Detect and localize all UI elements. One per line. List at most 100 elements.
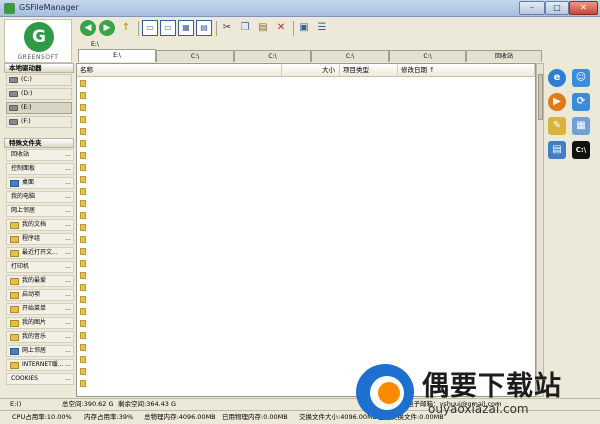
grid-pane-button[interactable]: ▦ bbox=[178, 20, 194, 36]
folder-icon[interactable] bbox=[80, 272, 86, 279]
more-indicator: ... bbox=[65, 249, 71, 256]
tab-drive-c[interactable]: C:\ bbox=[234, 50, 311, 62]
folder-item[interactable]: 网上邻居... bbox=[6, 345, 74, 357]
delete-button[interactable]: ✕ bbox=[273, 20, 289, 36]
folder-icon[interactable] bbox=[80, 368, 86, 375]
folder-icon[interactable] bbox=[80, 128, 86, 135]
folder-item[interactable]: 桌面... bbox=[6, 177, 74, 189]
folder-icon[interactable] bbox=[80, 200, 86, 207]
paste-button[interactable]: ▤ bbox=[255, 20, 271, 36]
list-pane-button[interactable]: ▤ bbox=[196, 20, 212, 36]
folder-item[interactable]: 开始菜单... bbox=[6, 303, 74, 315]
folder-item[interactable]: 我的图片... bbox=[6, 317, 74, 329]
folder-icon[interactable] bbox=[80, 284, 86, 291]
folder-icon[interactable] bbox=[80, 356, 86, 363]
column-size[interactable]: 大小 bbox=[282, 64, 340, 77]
folder-item[interactable]: 控制面板... bbox=[6, 163, 74, 175]
command-prompt-icon[interactable]: C:\ bbox=[572, 141, 590, 159]
folder-label: 回收站 bbox=[11, 151, 30, 158]
folder-item[interactable]: 我的音乐... bbox=[6, 331, 74, 343]
special-folders-header[interactable]: 特殊文件夹 bbox=[4, 138, 74, 148]
drive-label: (D:) bbox=[21, 90, 33, 97]
drive-item-f[interactable]: (F:) bbox=[6, 116, 72, 128]
vertical-scrollbar[interactable] bbox=[536, 63, 544, 397]
folder-label: COOKIES bbox=[11, 375, 38, 382]
tab-drive-c[interactable]: C:\ bbox=[156, 50, 234, 62]
folder-icon[interactable] bbox=[80, 92, 86, 99]
folder-item[interactable]: INTERNET缓...... bbox=[6, 359, 74, 371]
column-name[interactable]: 名称 bbox=[77, 64, 282, 77]
folder-label: 我的文档 bbox=[22, 221, 47, 228]
media-player-icon[interactable]: ▶ bbox=[548, 93, 566, 111]
more-indicator: ... bbox=[65, 347, 71, 354]
folder-icon[interactable] bbox=[80, 116, 86, 123]
tab-drive-c[interactable]: C:\ bbox=[389, 50, 466, 62]
single-pane-button[interactable]: ▭ bbox=[142, 20, 158, 36]
folder-label: 启动项 bbox=[22, 291, 41, 298]
column-date[interactable]: 修改日期 ↑ bbox=[398, 64, 535, 77]
folder-item[interactable]: 我的最爱... bbox=[6, 275, 74, 287]
folder-icon[interactable] bbox=[80, 176, 86, 183]
drive-item-d[interactable]: (D:) bbox=[6, 88, 72, 100]
forward-button[interactable]: ▶ bbox=[99, 20, 115, 36]
drive-item-c[interactable]: (C:) bbox=[6, 74, 72, 86]
title-bar: GSFileManager – □ ✕ bbox=[0, 0, 600, 17]
file-list[interactable]: 名称 大小 项目类型 修改日期 ↑ bbox=[76, 63, 536, 397]
folder-icon[interactable] bbox=[80, 236, 86, 243]
folder-icon[interactable] bbox=[80, 380, 86, 387]
view-mode-button[interactable]: ☰ bbox=[314, 20, 330, 36]
folder-icon[interactable] bbox=[80, 224, 86, 231]
folder-icon[interactable] bbox=[80, 332, 86, 339]
tab-recycle-bin[interactable]: 回收站 bbox=[466, 50, 542, 62]
column-type[interactable]: 项目类型 bbox=[340, 64, 398, 77]
back-button[interactable]: ◀ bbox=[80, 20, 96, 36]
folder-icon[interactable] bbox=[80, 248, 86, 255]
status-total-space: 总空间:390.62 G bbox=[62, 400, 114, 408]
scrollbar-thumb[interactable] bbox=[538, 74, 543, 120]
tab-drive-c[interactable]: C:\ bbox=[311, 50, 389, 62]
minimize-button[interactable]: – bbox=[519, 1, 545, 15]
folder-icon[interactable] bbox=[80, 260, 86, 267]
tab-drive-e[interactable]: E:\ bbox=[78, 49, 156, 62]
properties-button[interactable]: ▣ bbox=[296, 20, 312, 36]
ie-browser-icon[interactable]: e bbox=[548, 69, 566, 87]
folder-icon[interactable] bbox=[80, 152, 86, 159]
folder-item[interactable]: 我的电脑... bbox=[6, 191, 74, 203]
close-button[interactable]: ✕ bbox=[569, 1, 598, 15]
folder-icon bbox=[10, 334, 19, 341]
folder-icon[interactable] bbox=[80, 308, 86, 315]
folder-item[interactable]: 程序组... bbox=[6, 233, 74, 245]
up-folder-button[interactable]: ↑ bbox=[118, 20, 134, 36]
cut-button[interactable]: ✂ bbox=[219, 20, 235, 36]
folder-icon[interactable] bbox=[80, 320, 86, 327]
folder-icon[interactable] bbox=[80, 164, 86, 171]
folder-item[interactable]: 回收站... bbox=[6, 149, 74, 161]
folder-item[interactable]: 最近打开文...... bbox=[6, 247, 74, 259]
toolbar-separator bbox=[293, 21, 294, 36]
folder-icon[interactable] bbox=[80, 344, 86, 351]
folder-icon[interactable] bbox=[80, 104, 86, 111]
users-icon[interactable]: ☺ bbox=[572, 69, 590, 87]
folder-item[interactable]: 启动项... bbox=[6, 289, 74, 301]
drives-header[interactable]: 本地驱动器 bbox=[4, 63, 74, 73]
folder-item[interactable]: 我的文档... bbox=[6, 219, 74, 231]
folder-icon[interactable] bbox=[80, 296, 86, 303]
dual-pane-button[interactable]: ▭ bbox=[160, 20, 176, 36]
maximize-button[interactable]: □ bbox=[545, 1, 569, 15]
watermark-logo-swirl bbox=[378, 382, 400, 404]
folder-item[interactable]: 网上邻居... bbox=[6, 205, 74, 217]
folder-item[interactable]: 打印机... bbox=[6, 261, 74, 273]
folder-icon[interactable] bbox=[80, 188, 86, 195]
network-icon bbox=[10, 348, 19, 355]
sync-icon[interactable]: ⟳ bbox=[572, 93, 590, 111]
folder-icon[interactable] bbox=[80, 80, 86, 87]
copy-button[interactable]: ❐ bbox=[237, 20, 253, 36]
drive-item-e[interactable]: (E:) bbox=[6, 102, 72, 114]
folder-icon[interactable] bbox=[80, 140, 86, 147]
notepad-icon[interactable]: ▤ bbox=[548, 141, 566, 159]
folder-icon[interactable] bbox=[80, 212, 86, 219]
folder-item[interactable]: COOKIES... bbox=[6, 373, 74, 385]
calculator-icon[interactable]: ▦ bbox=[572, 117, 590, 135]
paint-icon[interactable]: ✎ bbox=[548, 117, 566, 135]
folder-label: 打印机 bbox=[11, 263, 30, 270]
